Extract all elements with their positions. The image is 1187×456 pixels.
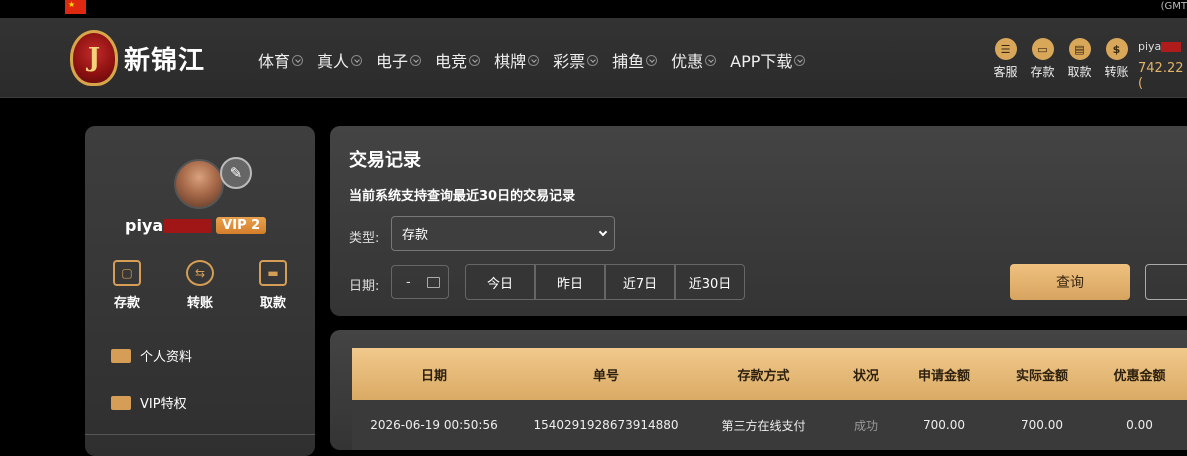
col-requested: 申请金额 <box>917 368 970 384</box>
nav-item-app-download[interactable]: APP下载 <box>730 49 806 71</box>
search-button[interactable]: 查询 <box>1010 264 1130 300</box>
range-yesterday-button[interactable]: 昨日 <box>535 264 605 300</box>
chevron-down-icon <box>705 54 717 66</box>
wallet-icon: ▭ <box>1031 38 1054 60</box>
sidebar-withdraw-button[interactable]: ▬ 取款 <box>253 260 293 311</box>
cell-actual: 700.00 <box>1021 418 1063 432</box>
username-short: piya <box>1138 40 1162 53</box>
sidebar-transfer-button[interactable]: ⇆ 转账 <box>180 260 220 311</box>
nav-item-esports[interactable]: 电竞 <box>435 49 481 71</box>
quick-withdraw[interactable]: ▤ 取款 <box>1061 38 1098 80</box>
sidebar-item-vip[interactable]: VIP特权 <box>111 393 187 412</box>
sidebar-actions: ▢ 存款 ⇆ 转账 ▬ 取款 <box>107 260 293 311</box>
nav-item-fishing[interactable]: 捕鱼 <box>612 49 658 71</box>
account-sidebar: ✎ piya VIP 2 ▢ 存款 ⇆ 转账 ▬ 取款 个人资料 VIP特权 <box>85 126 315 456</box>
col-date: 日期 <box>420 368 447 384</box>
card-icon: ▬ <box>259 260 287 286</box>
sidebar-deposit-button[interactable]: ▢ 存款 <box>107 260 147 311</box>
transfer-icon: $ <box>1105 38 1128 60</box>
transfer-icon: ⇆ <box>186 260 214 286</box>
cell-order-id: 1540291928673914880 <box>533 418 679 432</box>
reset-button[interactable] <box>1145 264 1187 300</box>
balance-value: 742.22 ( <box>1138 61 1184 91</box>
chevron-down-icon <box>587 54 599 66</box>
type-select[interactable]: 存款 <box>391 216 615 251</box>
header: J 新锦江 体育 真人 电子 电竞 棋牌 彩票 捕鱼 优惠 APP下载 ☰ 客服… <box>0 18 1187 98</box>
main-nav: 体育 真人 电子 电竞 棋牌 彩票 捕鱼 优惠 APP下载 <box>258 49 819 71</box>
calendar-icon <box>427 277 440 288</box>
col-bonus: 优惠金额 <box>1113 368 1166 384</box>
nav-item-sports[interactable]: 体育 <box>258 49 304 71</box>
username: piya VIP 2 <box>125 216 267 235</box>
chevron-down-icon <box>351 54 363 66</box>
nav-item-slots[interactable]: 电子 <box>376 49 422 71</box>
quick-deposit[interactable]: ▭ 存款 <box>1024 38 1061 80</box>
col-status: 状况 <box>852 368 879 384</box>
chevron-down-icon <box>646 54 658 66</box>
nav-item-promotions[interactable]: 优惠 <box>671 49 717 71</box>
cell-method: 第三方在线支付 <box>721 418 806 433</box>
redacted-name <box>1161 42 1182 52</box>
vip-badge: VIP 2 <box>216 217 267 234</box>
transaction-filter-panel: 交易记录 当前系统支持查询最近30日的交易记录 类型: 存款 日期: - 今日 … <box>330 126 1187 316</box>
chevron-down-icon <box>794 54 806 66</box>
col-method: 存款方式 <box>737 368 790 384</box>
sidebar-item-profile[interactable]: 个人资料 <box>111 346 192 365</box>
cell-requested: 700.00 <box>923 418 965 432</box>
divider <box>85 434 315 435</box>
table-header: 日期 单号 存款方式 状况 申请金额 实际金额 优惠金额 <box>352 348 1187 400</box>
quick-range-group: 今日 昨日 近7日 近30日 <box>465 264 745 300</box>
type-label: 类型: <box>349 231 380 246</box>
chat-icon: ☰ <box>994 38 1017 60</box>
edit-icon: ✎ <box>229 164 243 182</box>
china-flag-icon[interactable]: ★ <box>65 0 86 14</box>
range-7days-button[interactable]: 近7日 <box>605 264 675 300</box>
chevron-down-icon <box>292 54 304 66</box>
nav-item-cards[interactable]: 棋牌 <box>494 49 540 71</box>
avatar <box>174 159 224 209</box>
chevron-down-icon <box>598 227 608 237</box>
edit-avatar-button[interactable]: ✎ <box>220 157 252 189</box>
top-strip: ★ (GMT <box>0 0 1187 18</box>
chevron-down-icon <box>410 54 422 66</box>
quick-support[interactable]: ☰ 客服 <box>987 38 1024 80</box>
withdraw-icon: ▤ <box>1068 38 1091 60</box>
quick-actions: ☰ 客服 ▭ 存款 ▤ 取款 $ 转账 <box>987 38 1135 80</box>
page-subtitle: 当前系统支持查询最近30日的交易记录 <box>349 189 576 204</box>
timezone-label: (GMT <box>1160 1 1187 12</box>
vip-card-icon <box>111 395 131 410</box>
chevron-down-icon <box>469 54 481 66</box>
quick-transfer[interactable]: $ 转账 <box>1098 38 1135 80</box>
logo-badge-icon: J <box>70 30 118 86</box>
table-row[interactable]: 2026-06-19 00:50:56 1540291928673914880 … <box>352 400 1187 450</box>
id-card-icon <box>111 348 131 363</box>
nav-item-lottery[interactable]: 彩票 <box>553 49 599 71</box>
page-title: 交易记录 <box>349 150 421 171</box>
nav-item-live[interactable]: 真人 <box>317 49 363 71</box>
brand-logo[interactable]: J 新锦江 <box>70 26 205 90</box>
user-summary[interactable]: piya 742.22 ( <box>1138 40 1187 91</box>
transaction-table-panel: 日期 单号 存款方式 状况 申请金额 实际金额 优惠金额 2026-06-19 … <box>330 330 1187 450</box>
cell-bonus: 0.00 <box>1126 418 1153 432</box>
date-label: 日期: <box>349 279 380 294</box>
col-order-id: 单号 <box>592 368 619 384</box>
col-actual: 实际金额 <box>1015 368 1068 384</box>
cell-date: 2026-06-19 00:50:56 <box>370 418 498 432</box>
chevron-down-icon <box>528 54 540 66</box>
date-range-input[interactable]: - <box>391 265 449 299</box>
cell-status: 成功 <box>853 418 878 433</box>
redacted-name <box>164 218 213 233</box>
range-today-button[interactable]: 今日 <box>465 264 535 300</box>
wallet-icon: ▢ <box>113 260 141 286</box>
brand-name: 新锦江 <box>124 45 206 76</box>
range-30days-button[interactable]: 近30日 <box>675 264 745 300</box>
